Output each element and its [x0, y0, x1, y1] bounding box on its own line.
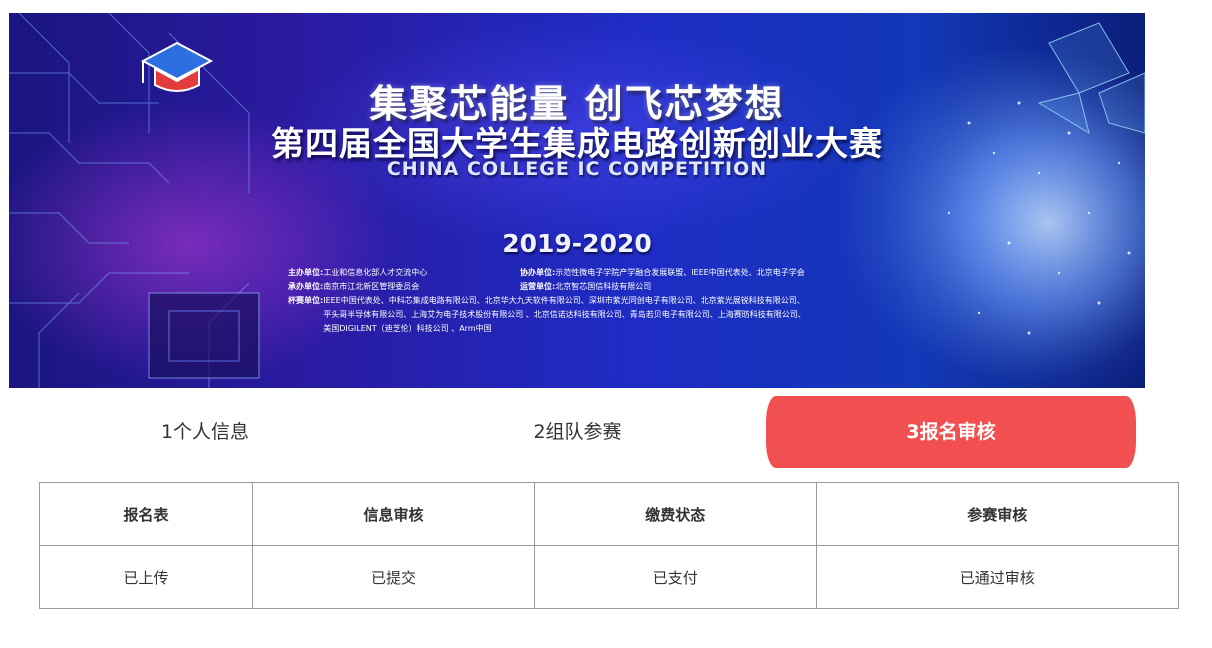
step-registration-review[interactable]: 3报名审核 [766, 396, 1136, 468]
registration-review-page: 集聚芯能量 创飞芯梦想 第四届全国大学生集成电路创新创业大赛 CHINA COL… [0, 0, 1212, 648]
operator-label: 运营单位: [520, 282, 556, 291]
header-payment-status: 缴费状态 [533, 482, 817, 546]
operator-value: 北京智芯国信科技有限公司 [555, 282, 652, 291]
step-personal-info[interactable]: 1个人信息 [50, 396, 360, 468]
cup-sponsors-label: 杯赛单位: [288, 296, 324, 305]
cell-participation-review: 已通过审核 [815, 545, 1180, 609]
competition-years: 2019-2020 [502, 229, 652, 258]
co-organizer-value: 示范性微电子学院产学融合发展联盟、IEEE中国代表处、北京电子学会 [555, 268, 805, 277]
competition-banner: 集聚芯能量 创飞芯梦想 第四届全国大学生集成电路创新创业大赛 CHINA COL… [9, 13, 1145, 388]
organizers-block: 主办单位: 工业和信息化部人才交流中心 协办单位: 示范性微电子学院产学融合发展… [288, 266, 928, 336]
registration-status-table: 报名表 信息审核 缴费状态 参赛审核 已上传 已提交 已支付 已通过审核 [38, 482, 1180, 609]
organizers-row: 承办单位: 南京市江北新区管理委员会 运营单位: 北京智芯国信科技有限公司 [288, 280, 928, 294]
cup-sponsors-row: 杯赛单位: IEEE中国代表处、中科芯集成电路有限公司、北京华大九天软件有限公司… [288, 294, 928, 336]
undertaker-label: 承办单位: [288, 282, 324, 291]
undertaker-value: 南京市江北新区管理委员会 [323, 282, 420, 291]
cup-sponsors-line: 平头哥半导体有限公司、上海艾为电子技术股份有限公司 、北京信诺达科技有限公司、青… [323, 310, 806, 319]
cell-payment-status: 已支付 [533, 545, 817, 609]
competition-title-en: CHINA COLLEGE IC COMPETITION [386, 158, 768, 180]
cup-sponsors-line: 美国DIGILENT（迪芝伦）科技公司 、Arm中国 [323, 324, 492, 333]
co-organizer-label: 协办单位: [520, 268, 556, 277]
step-team-registration[interactable]: 2组队参赛 [420, 396, 735, 468]
table-header-row: 报名表 信息审核 缴费状态 参赛审核 [38, 482, 1180, 546]
header-registration-form: 报名表 [38, 482, 254, 546]
table-row: 已上传 已提交 已支付 已通过审核 [38, 545, 1180, 609]
header-info-review: 信息审核 [252, 482, 535, 546]
header-participation-review: 参赛审核 [815, 482, 1180, 546]
cup-sponsors-line: IEEE中国代表处、中科芯集成电路有限公司、北京华大九天软件有限公司、深圳市紫光… [323, 296, 805, 305]
host-value: 工业和信息化部人才交流中心 [323, 268, 428, 277]
organizers-row: 主办单位: 工业和信息化部人才交流中心 协办单位: 示范性微电子学院产学融合发展… [288, 266, 928, 280]
cell-registration-form: 已上传 [38, 545, 254, 609]
host-label: 主办单位: [288, 268, 324, 277]
cell-info-review: 已提交 [252, 545, 535, 609]
